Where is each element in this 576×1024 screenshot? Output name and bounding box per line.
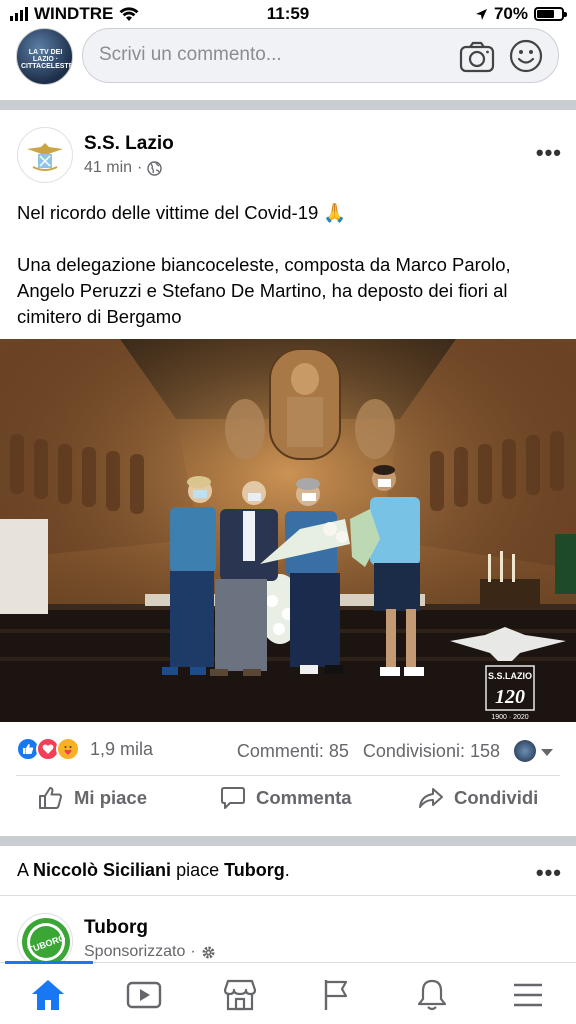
notice-prefix: A — [17, 860, 34, 880]
share-label: Condividi — [454, 787, 539, 808]
post-actions: Mi piace Commenta Condividi — [0, 786, 576, 830]
comment-bubble-icon — [221, 787, 245, 809]
comment-placeholder: Scrivi un commento... — [99, 44, 282, 65]
comments-count[interactable]: Commenti: 85 — [237, 741, 349, 762]
smile-icon[interactable] — [509, 39, 543, 73]
battery-percent: 70% — [493, 4, 528, 23]
comment-input[interactable]: Scrivi un commento... — [82, 28, 559, 83]
bottom-navigation — [0, 961, 576, 1024]
watermark-name: S.S.LAZIO — [488, 671, 532, 681]
post-text-line2: Una delegazione biancoceleste, composta … — [17, 254, 511, 327]
active-tab-indicator — [5, 961, 93, 964]
location-arrow-icon — [475, 8, 487, 20]
feed-separator — [0, 100, 576, 110]
gear-icon[interactable] — [201, 945, 216, 960]
friend-like-notice: A Niccolò Siciliani piace Tuborg. — [17, 860, 290, 881]
marketplace-icon[interactable] — [220, 975, 260, 1015]
lazio-eagle-logo — [27, 143, 63, 171]
liked-page-name[interactable]: Tuborg — [224, 860, 285, 880]
shares-count[interactable]: Condivisioni: 158 — [363, 741, 500, 762]
thumbs-up-icon — [39, 787, 62, 809]
meta-dot: · — [137, 159, 143, 176]
comment-label: Commenta — [256, 787, 352, 808]
sponsored-label: Sponsorizzato — [84, 943, 186, 960]
friend-name[interactable]: Niccolò Siciliani — [33, 860, 171, 880]
reactions-count[interactable]: 1,9 mila — [90, 739, 153, 760]
page-name[interactable]: S.S. Lazio — [84, 133, 174, 155]
page-avatar[interactable] — [17, 127, 73, 183]
photo-illustration: S.S.LAZIO 120 1900 · 2020 — [0, 339, 576, 722]
viewer-avatar[interactable] — [514, 740, 536, 762]
notice-middle: piace — [171, 860, 225, 880]
post-stats: Commenti: 85 Condivisioni: 158 — [237, 741, 500, 762]
post-text-line1: Nel ricordo delle vittime del Covid-19 🙏 — [17, 202, 347, 223]
comment-bar: LA TV DEI LAZIO · CITTACELESTE Scrivi un… — [0, 28, 576, 98]
post-options-button[interactable]: ••• — [536, 140, 562, 166]
comment-button[interactable]: Commenta — [220, 786, 352, 810]
battery-icon — [534, 7, 567, 21]
pages-flag-icon[interactable] — [316, 975, 356, 1015]
sponsor-meta: Sponsorizzato · — [84, 943, 216, 961]
avatar[interactable]: LA TV DEI LAZIO · CITTACELESTE — [16, 28, 73, 85]
home-icon[interactable] — [28, 975, 68, 1015]
reactions-summary[interactable]: 1,9 mila — [16, 737, 153, 761]
like-button[interactable]: Mi piace — [38, 786, 147, 810]
share-button[interactable]: Condividi — [418, 786, 538, 810]
chevron-down-icon[interactable] — [541, 749, 553, 756]
notifications-bell-icon[interactable] — [412, 975, 452, 1015]
avatar-logo-text: LA TV DEI LAZIO · CITTACELESTE — [21, 49, 73, 70]
like-label: Mi piace — [74, 787, 147, 808]
camera-icon[interactable] — [459, 41, 495, 73]
post-meta: 41 min · — [84, 159, 163, 177]
notice-suffix: . — [284, 860, 290, 880]
post-image[interactable]: S.S.LAZIO 120 1900 · 2020 — [0, 339, 576, 722]
watch-icon[interactable] — [124, 975, 164, 1015]
share-arrow-icon — [419, 788, 443, 808]
sponsor-name[interactable]: Tuborg — [84, 917, 148, 939]
divider — [16, 775, 560, 776]
notice-options-button[interactable]: ••• — [536, 860, 562, 886]
care-icon — [56, 737, 80, 761]
feed-separator — [0, 836, 576, 846]
meta-dot: · — [190, 943, 196, 960]
post-text: Nel ricordo delle vittime del Covid-19 🙏… — [17, 200, 562, 356]
svg-text:120: 120 — [495, 686, 525, 708]
status-bar: WINDTRE 11:59 70% — [0, 0, 576, 28]
watermark-years: 1900 · 2020 — [491, 714, 528, 721]
menu-icon[interactable] — [508, 975, 548, 1015]
divider — [0, 895, 576, 896]
globe-icon — [147, 160, 163, 176]
post-time[interactable]: 41 min — [84, 159, 132, 177]
